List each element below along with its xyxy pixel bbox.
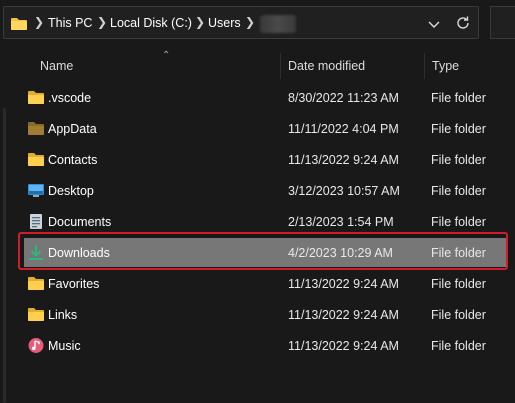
navigation-pane-edge [0,48,9,403]
search-input[interactable] [490,6,515,39]
folder-icon [10,16,28,34]
file-type: File folder [431,215,486,229]
file-type: File folder [431,122,486,136]
folder-dim-icon [27,120,45,137]
chevron-right-icon[interactable]: ❯ [245,15,255,29]
chevron-down-icon[interactable] [428,18,440,32]
file-date: 11/13/2022 9:24 AM [288,153,399,167]
address-bar[interactable]: ❯ This PC ❯ Local Disk (C:) ❯ Users ❯ [3,6,479,39]
file-type: File folder [431,91,486,105]
file-row-selected[interactable]: Downloads 4/2/2023 10:29 AM File folder [24,238,506,267]
file-name: .vscode [48,91,92,105]
file-name: Contacts [48,153,98,167]
music-icon [27,337,45,354]
file-name: Music [48,339,81,353]
breadcrumb-local-disk[interactable]: Local Disk (C:) [110,16,192,30]
file-date: 2/13/2023 1:54 PM [288,215,394,229]
links-folder-icon [27,306,45,323]
documents-icon [27,213,45,230]
breadcrumb-this-pc[interactable]: This PC [48,16,92,30]
chevron-right-icon[interactable]: ❯ [34,15,44,29]
file-date: 4/2/2023 10:29 AM [288,246,393,260]
download-icon [27,244,45,261]
file-row[interactable]: Contacts 11/13/2022 9:24 AM File folder [24,145,506,174]
file-date: 11/11/2022 4:04 PM [288,122,399,136]
file-date: 11/13/2022 9:24 AM [288,277,399,291]
file-name: AppData [48,122,97,136]
file-row[interactable]: .vscode 8/30/2022 11:23 AM File folder [24,83,506,112]
scrollbar[interactable] [3,108,6,403]
file-type: File folder [431,246,486,260]
file-name: Downloads [48,246,110,260]
file-type: File folder [431,339,486,353]
file-name: Links [48,308,78,322]
column-divider[interactable] [280,53,281,79]
file-name: Documents [48,215,112,229]
column-type[interactable]: Type [432,59,459,73]
file-row[interactable]: Desktop 3/12/2023 10:57 AM File folder [24,176,506,205]
file-type: File folder [431,277,486,291]
file-name: Desktop [48,184,94,198]
favorites-folder-icon [27,275,45,292]
column-divider[interactable] [424,53,425,79]
chevron-right-icon[interactable]: ❯ [195,15,205,29]
contacts-folder-icon [27,151,45,168]
file-row[interactable]: Documents 2/13/2023 1:54 PM File folder [24,207,506,236]
file-row[interactable]: Music 11/13/2022 9:24 AM File folder [24,331,506,360]
file-date: 8/30/2022 11:23 AM [288,91,399,105]
folder-icon [27,89,45,106]
file-type: File folder [431,308,486,322]
file-row[interactable]: AppData 11/11/2022 4:04 PM File folder [24,114,506,143]
file-type: File folder [431,153,486,167]
chevron-right-icon[interactable]: ❯ [97,15,107,29]
refresh-icon[interactable] [455,15,471,34]
blurred-username[interactable] [260,15,296,33]
file-date: 11/13/2022 9:24 AM [288,308,399,322]
file-date: 3/12/2023 10:57 AM [288,184,400,198]
sort-ascending-icon: ⌃ [162,50,171,61]
file-name: Favorites [48,277,100,291]
column-header: ⌃ Name Date modified Type [10,50,515,81]
column-date-modified[interactable]: Date modified [288,59,365,73]
file-row[interactable]: Favorites 11/13/2022 9:24 AM File folder [24,269,506,298]
desktop-icon [27,182,45,199]
file-type: File folder [431,184,486,198]
file-date: 11/13/2022 9:24 AM [288,339,399,353]
file-row[interactable]: Links 11/13/2022 9:24 AM File folder [24,300,506,329]
breadcrumb-users[interactable]: Users [208,16,241,30]
column-name[interactable]: Name [40,59,73,73]
